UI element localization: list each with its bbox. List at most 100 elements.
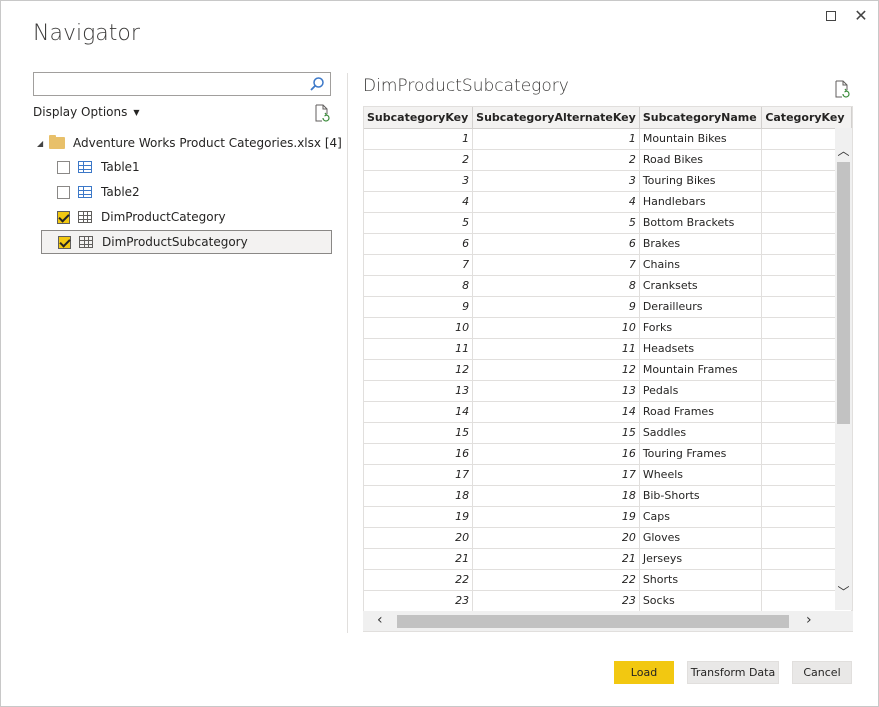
- table-row[interactable]: 12 12 Mountain Frames: [364, 359, 852, 381]
- tree-item-dimproductsubcategory[interactable]: DimProductSubcategory: [41, 230, 332, 254]
- scroll-right-icon[interactable]: ›: [806, 612, 812, 628]
- refresh-preview-icon[interactable]: [834, 80, 850, 98]
- table-cell[interactable]: Mountain Frames: [639, 359, 763, 381]
- table-row[interactable]: 16 16 Touring Frames: [364, 443, 852, 465]
- table-cell[interactable]: 2: [472, 149, 640, 171]
- table-cell[interactable]: Saddles: [639, 422, 763, 444]
- table-cell[interactable]: 10: [364, 317, 474, 339]
- table-cell[interactable]: 9: [472, 296, 640, 318]
- tree-item-table1[interactable]: Table1: [57, 155, 331, 179]
- table-cell[interactable]: Pedals: [639, 380, 763, 402]
- table-cell[interactable]: 7: [364, 254, 474, 276]
- column-header[interactable]: SubcategoryName: [639, 107, 763, 129]
- tree-item-table2[interactable]: Table2: [57, 180, 331, 204]
- table-cell[interactable]: 1: [472, 128, 640, 150]
- table-cell[interactable]: 13: [472, 380, 640, 402]
- table-row[interactable]: 13 13 Pedals: [364, 380, 852, 402]
- checkbox-dimproductsubcategory[interactable]: [58, 235, 71, 249]
- table-cell[interactable]: Mountain Bikes: [639, 128, 763, 150]
- table-cell[interactable]: 21: [472, 548, 640, 570]
- table-row[interactable]: 4 4 Handlebars: [364, 191, 852, 213]
- table-cell[interactable]: 22: [364, 569, 474, 591]
- tree-folder-workbook[interactable]: ◢ Adventure Works Product Categories.xls…: [37, 131, 342, 155]
- table-row[interactable]: 18 18 Bib-Shorts: [364, 485, 852, 507]
- checkbox-table1[interactable]: [57, 160, 70, 174]
- table-cell[interactable]: Gloves: [639, 527, 763, 549]
- table-cell[interactable]: 10: [472, 317, 640, 339]
- refresh-icon[interactable]: [314, 104, 330, 122]
- table-cell[interactable]: Caps: [639, 506, 763, 528]
- table-cell[interactable]: 7: [472, 254, 640, 276]
- table-cell[interactable]: 17: [472, 464, 640, 486]
- load-button[interactable]: Load: [614, 661, 674, 684]
- scroll-up-icon[interactable]: ︿: [835, 142, 852, 159]
- table-cell[interactable]: 3: [364, 170, 474, 192]
- table-cell[interactable]: 11: [472, 338, 640, 360]
- table-row[interactable]: 21 21 Jerseys: [364, 548, 852, 570]
- table-row[interactable]: 1 1 Mountain Bikes: [364, 128, 852, 150]
- table-cell[interactable]: 8: [472, 275, 640, 297]
- table-cell[interactable]: 4: [364, 191, 474, 213]
- column-header[interactable]: SubcategoryAlternateKey: [472, 107, 640, 129]
- table-cell[interactable]: 17: [364, 464, 474, 486]
- close-icon[interactable]: ✕: [852, 7, 870, 25]
- column-header[interactable]: SubcategoryKey: [364, 107, 474, 129]
- table-cell[interactable]: 1: [364, 128, 474, 150]
- tree-item-dimproductcategory[interactable]: DimProductCategory: [57, 205, 331, 229]
- table-cell[interactable]: 22: [472, 569, 640, 591]
- scroll-left-icon[interactable]: ‹: [377, 612, 383, 628]
- table-cell[interactable]: 18: [364, 485, 474, 507]
- table-row[interactable]: 22 22 Shorts: [364, 569, 852, 591]
- table-cell[interactable]: Wheels: [639, 464, 763, 486]
- table-row[interactable]: 17 17 Wheels: [364, 464, 852, 486]
- table-row[interactable]: 6 6 Brakes: [364, 233, 852, 255]
- table-cell[interactable]: 5: [364, 212, 474, 234]
- vertical-scrollbar[interactable]: ︿ ﹀: [835, 128, 852, 610]
- table-cell[interactable]: 20: [472, 527, 640, 549]
- table-cell[interactable]: Forks: [639, 317, 763, 339]
- table-cell[interactable]: 16: [364, 443, 474, 465]
- table-cell[interactable]: 13: [364, 380, 474, 402]
- table-cell[interactable]: 6: [472, 233, 640, 255]
- checkbox-dimproductcategory[interactable]: [57, 210, 70, 224]
- table-row[interactable]: 10 10 Forks: [364, 317, 852, 339]
- pane-divider[interactable]: [347, 73, 348, 633]
- table-cell[interactable]: Brakes: [639, 233, 763, 255]
- table-row[interactable]: 9 9 Derailleurs: [364, 296, 852, 318]
- maximize-icon[interactable]: [822, 7, 840, 25]
- table-cell[interactable]: Jerseys: [639, 548, 763, 570]
- horizontal-scrollbar[interactable]: ‹ ›: [363, 611, 853, 631]
- expand-arrow-icon[interactable]: ◢: [37, 139, 49, 148]
- table-cell[interactable]: Socks: [639, 590, 763, 612]
- table-cell[interactable]: 4: [472, 191, 640, 213]
- table-cell[interactable]: Handlebars: [639, 191, 763, 213]
- cancel-button[interactable]: Cancel: [792, 661, 852, 684]
- display-options-dropdown[interactable]: Display Options ▼: [33, 105, 140, 119]
- table-cell[interactable]: Road Bikes: [639, 149, 763, 171]
- table-cell[interactable]: 18: [472, 485, 640, 507]
- table-row[interactable]: 3 3 Touring Bikes: [364, 170, 852, 192]
- table-cell[interactable]: Road Frames: [639, 401, 763, 423]
- horizontal-scroll-thumb[interactable]: [397, 615, 789, 628]
- table-cell[interactable]: 23: [472, 590, 640, 612]
- table-cell[interactable]: 12: [364, 359, 474, 381]
- table-cell[interactable]: 12: [472, 359, 640, 381]
- table-row[interactable]: 20 20 Gloves: [364, 527, 852, 549]
- table-cell[interactable]: 14: [472, 401, 640, 423]
- table-cell[interactable]: Cranksets: [639, 275, 763, 297]
- table-cell[interactable]: Touring Frames: [639, 443, 763, 465]
- column-header[interactable]: CategoryKey: [761, 107, 852, 129]
- table-cell[interactable]: 19: [472, 506, 640, 528]
- table-cell[interactable]: 14: [364, 401, 474, 423]
- vertical-scroll-thumb[interactable]: [837, 162, 850, 424]
- table-cell[interactable]: 20: [364, 527, 474, 549]
- table-cell[interactable]: Derailleurs: [639, 296, 763, 318]
- table-row[interactable]: 23 23 Socks: [364, 590, 852, 612]
- table-cell[interactable]: 16: [472, 443, 640, 465]
- table-cell[interactable]: 3: [472, 170, 640, 192]
- table-cell[interactable]: Bib-Shorts: [639, 485, 763, 507]
- checkbox-table2[interactable]: [57, 185, 70, 199]
- table-cell[interactable]: 6: [364, 233, 474, 255]
- table-cell[interactable]: Touring Bikes: [639, 170, 763, 192]
- table-row[interactable]: 14 14 Road Frames: [364, 401, 852, 423]
